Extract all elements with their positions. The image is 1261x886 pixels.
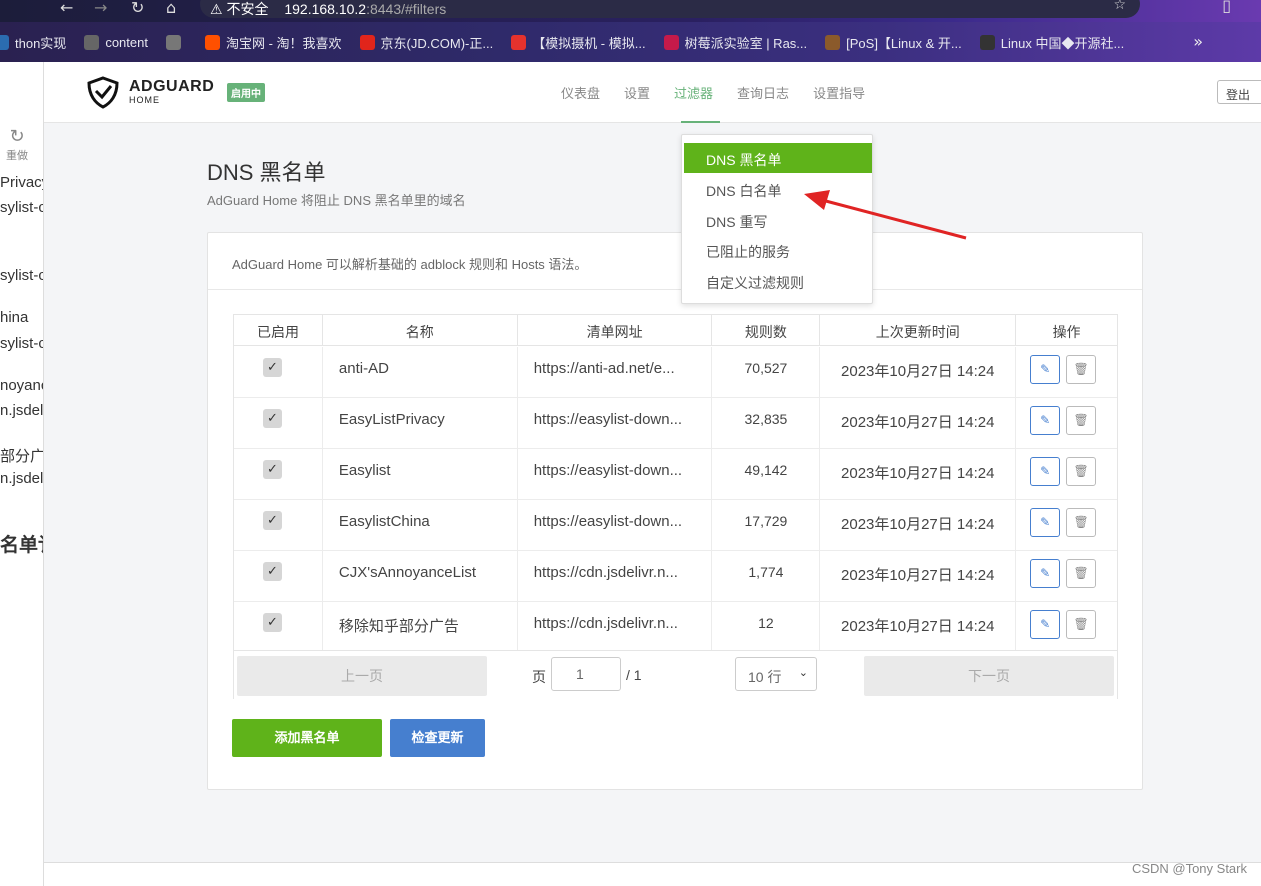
footer-strip: [44, 862, 1261, 886]
annotation-arrow: [804, 190, 967, 240]
watermark: CSDN @Tony Stark: [1131, 861, 1247, 876]
